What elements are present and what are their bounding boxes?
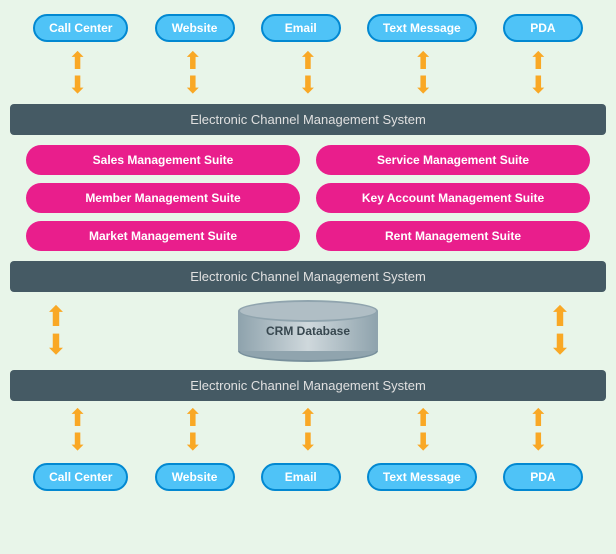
key-account-management-suite: Key Account Management Suite <box>316 183 590 213</box>
b-arrow-4: ⬆ ⬇ <box>413 407 433 455</box>
dark-bar-2: Electronic Channel Management System <box>10 261 606 292</box>
b-arrow-5: ⬆ ⬇ <box>528 407 548 455</box>
crm-database-cylinder: CRM Database <box>238 300 378 362</box>
bottom-arrow-row: ⬆ ⬇ ⬆ ⬇ ⬆ ⬇ ⬆ ⬇ ⬆ ⬇ <box>10 403 606 459</box>
suite-row-3: Market Management Suite Rent Management … <box>26 221 590 251</box>
crm-label: CRM Database <box>266 324 350 338</box>
middle-section: ⬆ ⬇ CRM Database ⬆ ⬇ <box>10 294 606 368</box>
crm-center: CRM Database <box>86 300 530 362</box>
bottom-website: Website <box>155 463 235 491</box>
right-arrow: ⬆ ⬇ <box>530 303 590 359</box>
crm-top <box>238 300 378 322</box>
bottom-pda: PDA <box>503 463 583 491</box>
arrow-2: ⬆ ⬇ <box>183 50 203 98</box>
b-arrow-1: ⬆ ⬇ <box>68 407 88 455</box>
rent-management-suite: Rent Management Suite <box>316 221 590 251</box>
top-pda: PDA <box>503 14 583 42</box>
top-call-center: Call Center <box>33 14 128 42</box>
bottom-text-message: Text Message <box>367 463 477 491</box>
arrow-5: ⬆ ⬇ <box>528 50 548 98</box>
b-arrow-2: ⬆ ⬇ <box>183 407 203 455</box>
arrow-4: ⬆ ⬇ <box>413 50 433 98</box>
suite-row-1: Sales Management Suite Service Managemen… <box>26 145 590 175</box>
dark-bar-3: Electronic Channel Management System <box>10 370 606 401</box>
sales-management-suite: Sales Management Suite <box>26 145 300 175</box>
bottom-email: Email <box>261 463 341 491</box>
top-channel-row: Call Center Website Email Text Message P… <box>10 10 606 46</box>
bottom-channel-row: Call Center Website Email Text Message P… <box>10 459 606 495</box>
top-arrow-row: ⬆ ⬇ ⬆ ⬇ ⬆ ⬇ ⬆ ⬇ ⬆ ⬇ <box>10 46 606 102</box>
market-management-suite: Market Management Suite <box>26 221 300 251</box>
arrow-1: ⬆ ⬇ <box>68 50 88 98</box>
suite-section: Sales Management Suite Service Managemen… <box>10 137 606 259</box>
b-arrow-3: ⬆ ⬇ <box>298 407 318 455</box>
top-email: Email <box>261 14 341 42</box>
top-text-message: Text Message <box>367 14 477 42</box>
suite-row-2: Member Management Suite Key Account Mana… <box>26 183 590 213</box>
service-management-suite: Service Management Suite <box>316 145 590 175</box>
arrow-3: ⬆ ⬇ <box>298 50 318 98</box>
top-website: Website <box>155 14 235 42</box>
dark-bar-1: Electronic Channel Management System <box>10 104 606 135</box>
left-arrow: ⬆ ⬇ <box>26 303 86 359</box>
member-management-suite: Member Management Suite <box>26 183 300 213</box>
bottom-call-center: Call Center <box>33 463 128 491</box>
